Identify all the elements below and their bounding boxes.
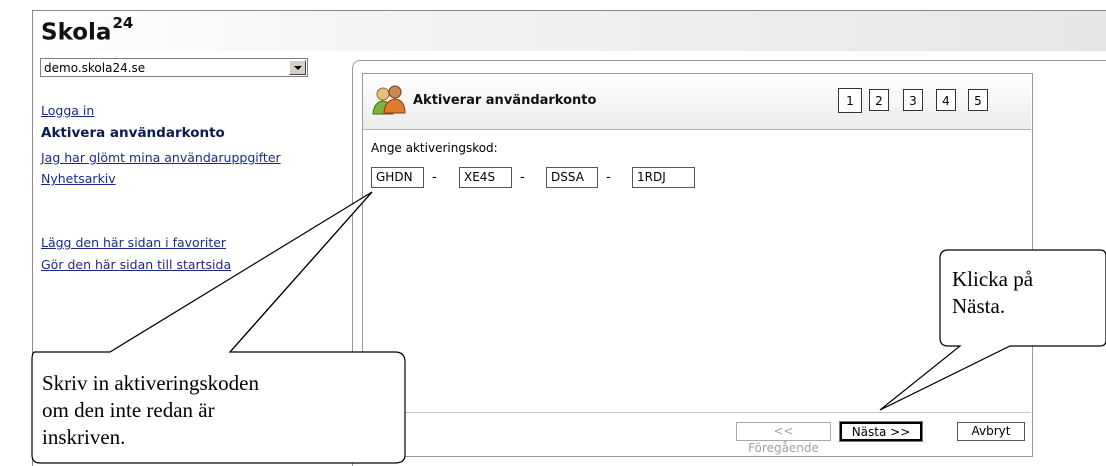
callout-line: Klicka på [952, 267, 1034, 291]
callout-line: Nästa. [952, 294, 1006, 318]
code-hint-callout: Skriv in aktiveringskoden om den inte re… [42, 370, 259, 451]
next-hint-callout: Klicka på Nästa. [952, 266, 1033, 320]
callout-line: inskriven. [42, 425, 126, 449]
callout-line: Skriv in aktiveringskoden [42, 371, 259, 395]
callout-line: om den inte redan är [42, 398, 215, 422]
